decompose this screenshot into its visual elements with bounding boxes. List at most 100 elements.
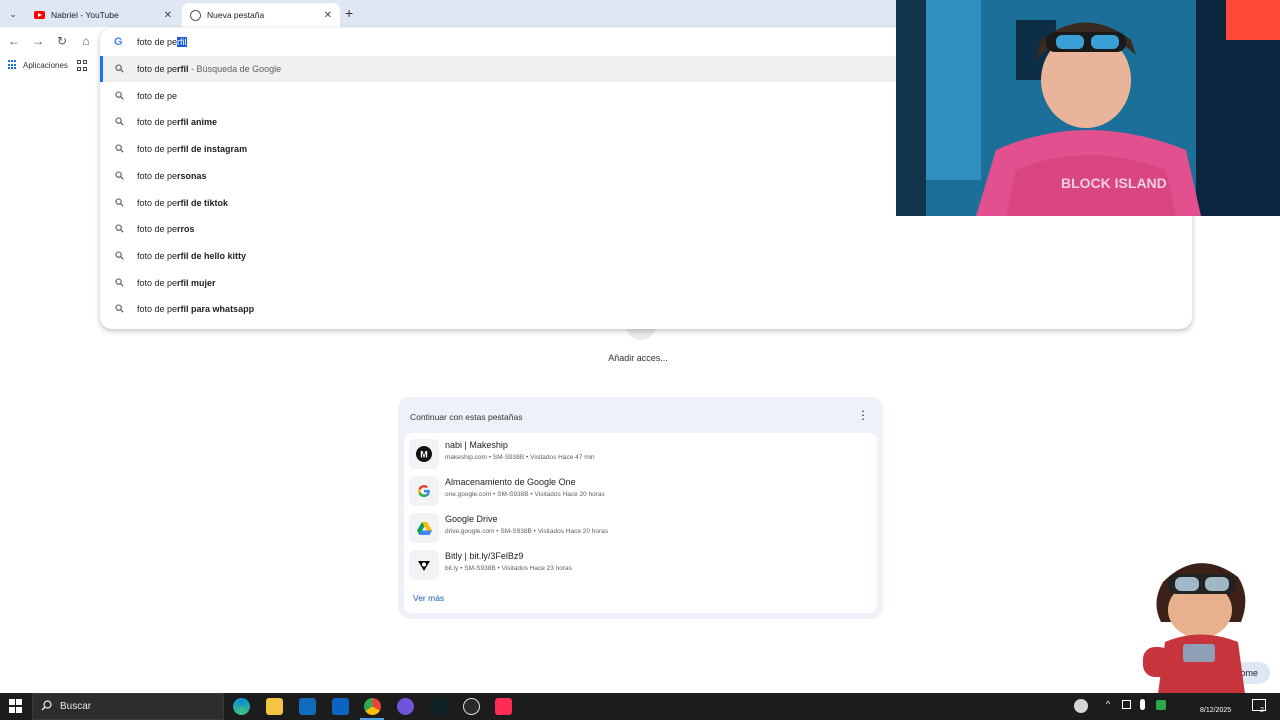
suggestion-item[interactable]: foto de perfil para whatsapp [100,296,1192,322]
suggestion-typed: foto de pe [137,117,178,128]
new-tab-button[interactable]: + [345,5,353,21]
file-explorer-icon[interactable] [266,698,283,715]
search-icon [115,117,124,127]
suggestion-extra: - Búsqueda de Google [188,64,282,74]
item-title: nabi | Makeship [445,440,508,450]
see-more-link[interactable]: Ver más [413,593,444,603]
card-title: Continuar con estas pestañas [410,412,523,422]
suggestion-text: foto de perfil de tiktok [137,198,228,208]
suggestion-text: foto de pe [137,91,177,101]
terminal-icon[interactable] [430,698,447,715]
card-list: M nabi | Makeship makeship.com • SM-S938… [404,433,877,613]
edge-icon[interactable] [233,698,250,715]
suggestion-typed: foto de pe [137,277,178,288]
taskbar-search[interactable]: Buscar [32,693,224,720]
discord-icon[interactable] [397,698,414,715]
suggestion-typed: foto de pe [137,90,178,101]
forward-icon[interactable]: → [30,34,46,48]
tab-label: Nueva pestaña [207,10,265,20]
more-options-icon[interactable]: ⋮ [857,409,869,421]
suggestion-text: foto de personas [137,171,207,181]
chevron-up-icon[interactable]: ^ [1106,699,1110,709]
suggestion-completion: rfil anime [177,117,218,128]
item-subtitle: makeship.com • SM-S938B • Visitados Hace… [445,454,595,461]
suggestion-item[interactable]: foto de perros [100,216,1192,242]
apps-grid-icon [8,60,18,70]
taskbar: Buscar ^ 8/12/2025 2 [0,693,1280,720]
suggestion-text: foto de perfil para whatsapp [137,304,254,314]
suggestion-typed: foto de pe [137,64,178,74]
tiktok-icon[interactable] [495,698,512,715]
svg-text:BLOCK ISLAND: BLOCK ISLAND [1061,175,1167,191]
device-icon[interactable] [1122,700,1131,709]
tab-groups-icon[interactable] [77,60,88,71]
tab-youtube[interactable]: Nabriel - YouTube ✕ [26,3,180,27]
autocomplete-selection: rfil [177,37,187,47]
list-item[interactable]: Google Drive drive.google.com • SM-S938B… [404,510,877,546]
webcam-overlay: BLOCK ISLAND [896,0,1280,216]
suggestion-typed: foto de pe [137,250,178,261]
youtube-icon [34,10,45,21]
list-item[interactable]: M nabi | Makeship makeship.com • SM-S938… [404,436,877,472]
clock-date[interactable]: 8/12/2025 [1200,707,1231,714]
makeship-icon: M [409,439,439,469]
suggestion-completion: rfil de instagram [177,144,248,155]
suggestion-typed: foto de pe [137,304,178,315]
address-input[interactable]: foto de perfil [137,37,187,47]
search-icon [115,171,124,180]
suggestion-item[interactable]: foto de perfil mujer [100,270,1192,296]
list-item[interactable]: Almacenamiento de Google One one.google.… [404,473,877,509]
search-icon [115,64,124,73]
chrome-icon [190,9,201,21]
search-icon [115,91,124,100]
apps-label: Aplicaciones [23,60,68,70]
search-icon [115,304,124,313]
item-subtitle: drive.google.com • SM-S938B • Visitados … [445,528,609,535]
search-label: Buscar [60,701,92,712]
search-icon [115,144,124,153]
suggestion-typed: foto de pe [137,170,178,181]
bitly-icon [409,550,439,580]
search-icon [115,278,124,287]
google-icon [409,476,439,506]
close-icon[interactable]: ✕ [324,10,332,21]
list-item[interactable]: Bitly | bit.ly/3FelBz9 bit.ly • SM-S938B… [404,547,877,583]
outlook-icon[interactable] [332,698,349,715]
tab-new-tab[interactable]: Nueva pestaña ✕ [182,3,340,27]
chrome-icon[interactable] [364,698,381,715]
back-icon[interactable]: ← [6,34,22,48]
item-title: Google Drive [445,514,498,524]
microphone-icon[interactable] [1140,699,1145,710]
svg-text:M: M [420,450,428,460]
search-icon [115,251,124,260]
suggestion-text: foto de perfil de instagram [137,144,247,154]
notification-count: 2 [1260,707,1264,714]
typed-text: foto de pe [137,37,178,47]
home-icon[interactable]: ⌂ [78,34,94,48]
apps-shortcut[interactable]: Aplicaciones [8,60,68,70]
suggestion-completion: rsonas [177,170,207,181]
item-subtitle: one.google.com • SM-S938B • Visitados Ha… [445,491,605,498]
suggestion-completion: rfil de tiktok [177,197,229,208]
suggestion-completion: rfil para whatsapp [177,304,255,315]
store-icon[interactable] [299,698,316,715]
suggestion-completion: rros [177,224,195,235]
windows-start-icon[interactable] [9,699,23,713]
close-icon[interactable]: ✕ [164,10,172,21]
tab-label: Nabriel - YouTube [51,10,119,20]
suggestion-text: foto de perfil de hello kitty [137,251,246,261]
add-shortcut-label: Añadir acces... [608,353,668,363]
google-icon: G [114,36,123,48]
suggestion-text: foto de perfil anime [137,117,217,127]
app-tray-icon[interactable] [1156,700,1166,710]
suggestion-completion: rfil mujer [177,277,216,288]
suggestion-item[interactable]: foto de perfil de hello kitty [100,243,1192,269]
tab-search-button[interactable]: ⌄ [4,5,22,23]
suggestion-typed: foto de pe [137,197,178,208]
item-title: Almacenamiento de Google One [445,477,576,487]
obs-icon[interactable] [463,698,480,715]
reload-icon[interactable]: ↻ [54,34,70,48]
suggestion-completion: rfil [177,64,189,74]
weather-icon[interactable] [1074,699,1088,713]
search-icon [41,699,52,714]
